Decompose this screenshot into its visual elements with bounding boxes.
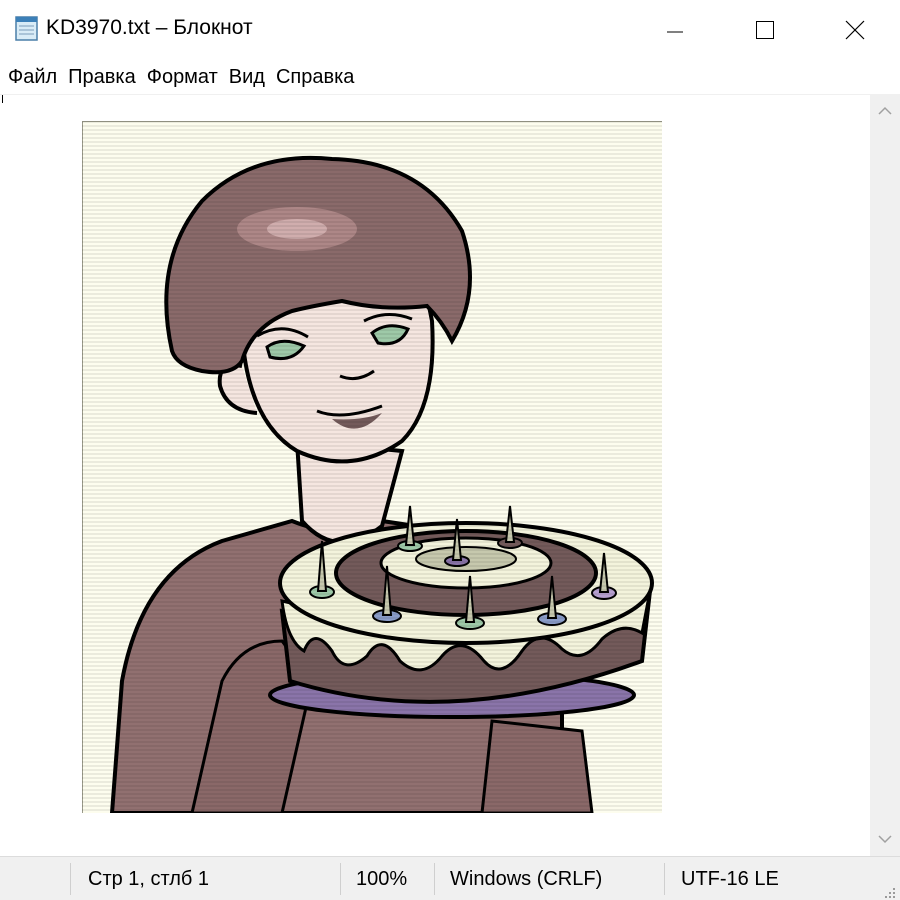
line-endings: Windows (CRLF) bbox=[450, 868, 603, 890]
status-bar: Стр 1, стлб 1 100% Windows (CRLF) UTF-16… bbox=[0, 856, 900, 900]
status-divider bbox=[664, 863, 665, 895]
close-icon bbox=[845, 20, 865, 40]
status-divider bbox=[340, 863, 341, 895]
cursor-position: Стр 1, стлб 1 bbox=[88, 868, 210, 890]
status-divider bbox=[434, 863, 435, 895]
menu-view[interactable]: Вид bbox=[223, 60, 270, 94]
scroll-down-button[interactable] bbox=[870, 822, 900, 856]
title-bar[interactable]: KD3970.txt – Блокнот bbox=[0, 0, 900, 60]
clipart-image bbox=[82, 121, 662, 815]
maximize-button[interactable] bbox=[720, 0, 810, 60]
close-button[interactable] bbox=[810, 0, 900, 60]
minimize-button[interactable] bbox=[630, 0, 720, 60]
chevron-up-icon bbox=[878, 106, 892, 115]
text-editor[interactable] bbox=[0, 94, 870, 856]
menu-edit[interactable]: Правка bbox=[62, 60, 141, 94]
window-title: KD3970.txt – Блокнот bbox=[46, 16, 253, 39]
menu-format[interactable]: Формат bbox=[141, 60, 223, 94]
scroll-up-button[interactable] bbox=[870, 94, 900, 128]
encoding: UTF-16 LE bbox=[681, 868, 779, 890]
maximize-icon bbox=[756, 21, 774, 39]
menu-bar: Файл Правка Формат Вид Справка bbox=[0, 60, 900, 94]
menu-file[interactable]: Файл bbox=[0, 60, 62, 94]
status-divider bbox=[70, 863, 71, 895]
resize-grip-icon[interactable] bbox=[882, 882, 896, 898]
menu-help[interactable]: Справка bbox=[270, 60, 359, 94]
notepad-icon bbox=[14, 14, 40, 42]
vertical-scrollbar[interactable] bbox=[870, 94, 900, 856]
minimize-icon bbox=[667, 31, 683, 33]
chevron-down-icon bbox=[878, 835, 892, 844]
text-caret bbox=[2, 95, 3, 103]
zoom-level: 100% bbox=[356, 868, 408, 890]
